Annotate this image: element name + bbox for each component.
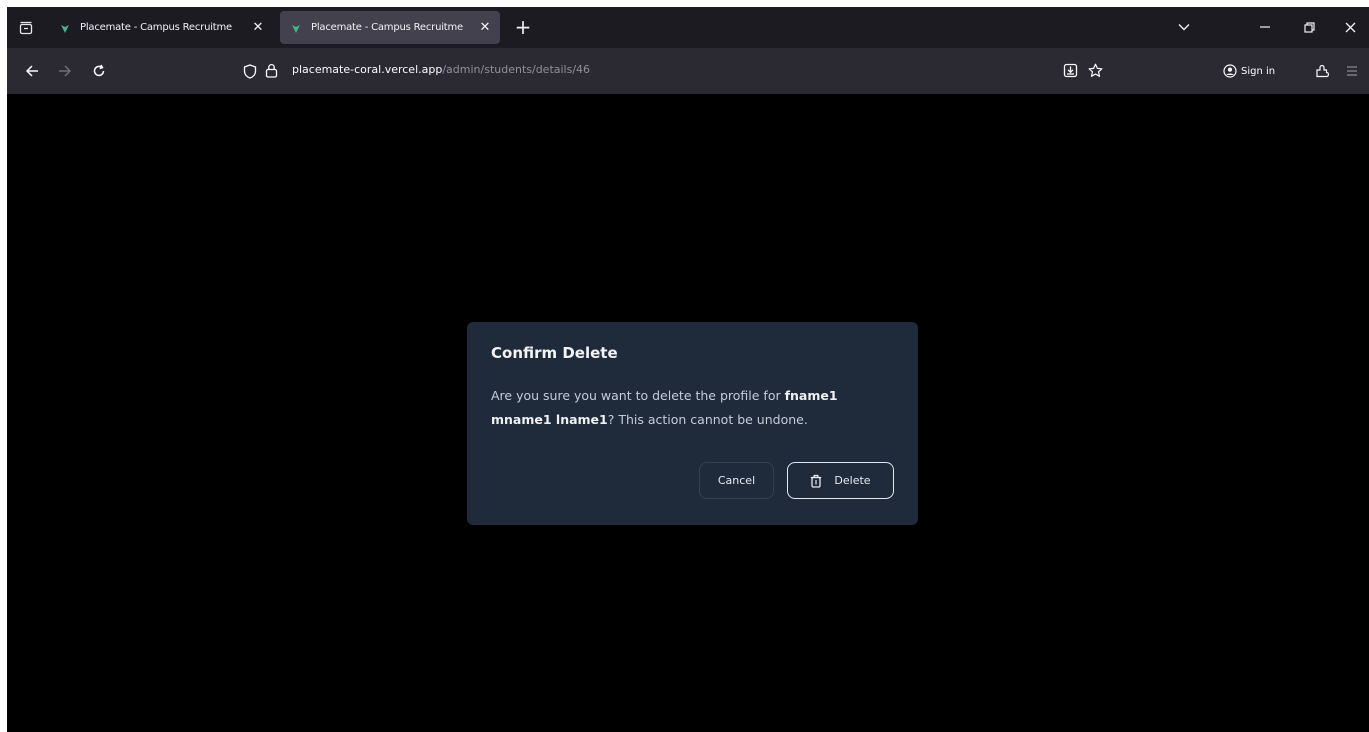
delete-button[interactable]: Delete: [787, 462, 894, 499]
dialog-title: Confirm Delete: [491, 344, 618, 362]
url-host: placemate-coral.vercel.app: [292, 63, 443, 76]
browser-window: Placemate - Campus Recruitme ✕ Placemate…: [7, 7, 1369, 732]
close-icon[interactable]: ✕: [251, 20, 265, 35]
back-arrow-icon[interactable]: [20, 60, 44, 82]
star-icon[interactable]: [1088, 63, 1103, 82]
message-suffix: ? This action cannot be undone.: [607, 412, 808, 427]
dialog-actions: Cancel Delete: [699, 462, 894, 499]
tab-title: Placemate - Campus Recruitme: [80, 22, 233, 33]
shield-icon[interactable]: [243, 64, 257, 83]
url-bar[interactable]: placemate-coral.vercel.app/admin/student…: [233, 57, 1103, 86]
minimize-icon[interactable]: [1250, 16, 1280, 38]
favicon: [61, 24, 69, 33]
plus-icon[interactable]: +: [512, 16, 534, 38]
cancel-button[interactable]: Cancel: [699, 462, 774, 499]
page-content: Confirm Delete Are you sure you want to …: [7, 94, 1369, 732]
favicon: [292, 24, 300, 33]
confirm-delete-dialog: Confirm Delete Are you sure you want to …: [467, 322, 918, 525]
tab-title: Placemate - Campus Recruitme: [311, 22, 464, 33]
trash-icon: [811, 474, 822, 488]
url-path: /admin/students/details/46: [442, 63, 591, 76]
navigation-bar: placemate-coral.vercel.app/admin/student…: [7, 48, 1369, 94]
browser-tab-active[interactable]: Placemate - Campus Recruitme ✕: [280, 11, 500, 44]
extensions-icon[interactable]: [1310, 60, 1334, 82]
dialog-message: Are you sure you want to delete the prof…: [491, 384, 894, 432]
delete-label: Delete: [834, 474, 871, 487]
browser-tab[interactable]: Placemate - Campus Recruitme ✕: [49, 11, 273, 44]
tab-bar: Placemate - Campus Recruitme ✕ Placemate…: [7, 7, 1369, 48]
tab-list-icon[interactable]: [15, 17, 37, 39]
account-icon: [1223, 64, 1237, 78]
reload-icon[interactable]: [87, 60, 111, 82]
sign-in-button[interactable]: Sign in: [1223, 60, 1275, 82]
sign-in-label: Sign in: [1241, 65, 1276, 77]
url-text[interactable]: placemate-coral.vercel.app/admin/student…: [292, 63, 590, 76]
forward-arrow-icon[interactable]: [53, 60, 77, 82]
download-icon[interactable]: [1063, 63, 1078, 82]
chevron-down-icon[interactable]: [1169, 16, 1199, 38]
cancel-label: Cancel: [717, 474, 756, 487]
message-prefix: Are you sure you want to delete the prof…: [491, 388, 785, 403]
close-icon[interactable]: ✕: [478, 20, 492, 35]
lock-icon[interactable]: [265, 63, 278, 82]
menu-icon[interactable]: [1340, 60, 1364, 82]
restore-icon[interactable]: [1294, 16, 1324, 38]
close-window-icon[interactable]: [1335, 16, 1365, 38]
